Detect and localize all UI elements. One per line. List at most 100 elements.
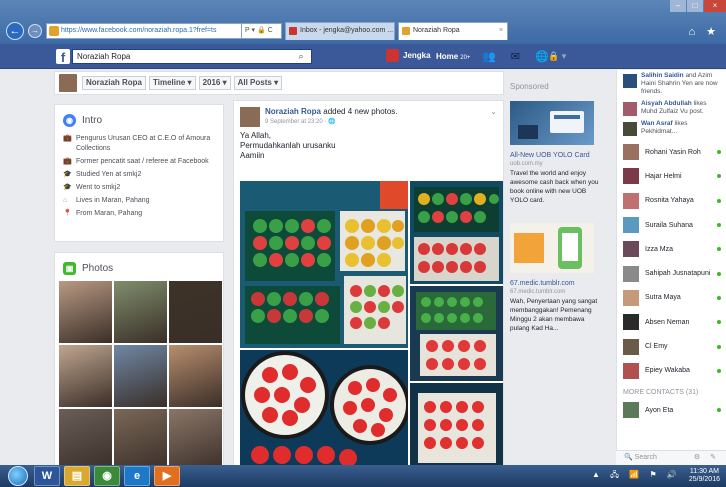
tab-profile[interactable]: Noraziah Ropa × bbox=[398, 22, 508, 40]
timeline-button[interactable]: Timeline ▾ bbox=[149, 76, 196, 90]
ie-app-button[interactable]: e bbox=[124, 466, 150, 486]
sponsored-label: Sponsored bbox=[510, 82, 549, 91]
all-posts-button[interactable]: All Posts ▾ bbox=[233, 76, 283, 90]
post-date[interactable]: 9 September at 23:20 · 🌐 bbox=[265, 118, 398, 125]
post-photo[interactable] bbox=[410, 286, 503, 381]
ticker-name[interactable]: Salihin Saidin bbox=[641, 72, 684, 79]
chat-sidebar: Rohani Yasin Roh Hajar Helmi Rosnita Yahay… bbox=[616, 140, 726, 467]
address-bar[interactable]: https://www.facebook.com/noraziah.ropa.1… bbox=[46, 23, 242, 39]
ad[interactable]: 67.medic.tumblr.com 67.medic.tumblr.com … bbox=[510, 223, 610, 333]
ad-title[interactable]: 67.medic.tumblr.com bbox=[510, 279, 610, 288]
chevron-down-icon[interactable]: ⌄ bbox=[490, 107, 497, 116]
notification-icons[interactable]: 👥 ✉ 🌐 bbox=[482, 50, 555, 63]
search-icon[interactable]: ⌕ bbox=[292, 50, 310, 63]
home-star-icons[interactable]: ⌂ ★ bbox=[688, 25, 720, 38]
ticker-item[interactable]: Aisyah Abdullah likes Muhd Zulfaiz Vu po… bbox=[617, 98, 726, 118]
post-photo[interactable] bbox=[410, 181, 503, 284]
window-controls: – □ × bbox=[669, 0, 726, 14]
forward-button[interactable]: → bbox=[28, 24, 42, 38]
chat-contact[interactable]: Ayon Eta bbox=[617, 398, 726, 422]
home-link[interactable]: Home 20+ bbox=[436, 52, 470, 61]
facebook-logo-icon[interactable]: f bbox=[56, 49, 70, 65]
photos-card: ▣ Photos bbox=[54, 252, 224, 467]
chat-contact[interactable]: Sutra Maya bbox=[617, 286, 726, 310]
chat-contact[interactable]: Rohani Yasin Roh bbox=[617, 140, 726, 164]
chat-contact[interactable]: Suraila Suhana bbox=[617, 213, 726, 237]
intro-item: ⌂ Lives in Maran, Pahang bbox=[55, 195, 223, 207]
intro-item-text[interactable]: Former pencatit saat / referee at Facebo… bbox=[76, 157, 209, 167]
intro-item-icon: ⌂ bbox=[63, 197, 68, 204]
photo-thumbnail[interactable] bbox=[169, 281, 222, 343]
address-tools[interactable]: P ▾ 🔒 C bbox=[242, 23, 282, 39]
post-photo-collage[interactable] bbox=[240, 181, 503, 466]
back-button[interactable]: ← bbox=[6, 22, 24, 40]
post-photo[interactable] bbox=[240, 181, 408, 348]
chat-contact[interactable]: Hajar Helmi bbox=[617, 164, 726, 188]
kuih-tray-photo bbox=[416, 292, 496, 376]
chat-contact[interactable]: Absen Neman bbox=[617, 310, 726, 334]
online-status-icon bbox=[717, 198, 721, 203]
photo-thumbnail[interactable] bbox=[59, 409, 112, 466]
ticker-name[interactable]: Aisyah Abdullah bbox=[641, 100, 692, 107]
minimize-button[interactable]: – bbox=[670, 0, 686, 12]
photo-thumbnail[interactable] bbox=[114, 345, 167, 407]
chat-search-input[interactable]: 🔍 Search ⚙ ✎ bbox=[616, 450, 726, 465]
maximize-button[interactable]: □ bbox=[687, 0, 703, 12]
photo-thumbnail[interactable] bbox=[59, 281, 112, 343]
tab-inbox[interactable]: Inbox - jengka@yahoo.com ... bbox=[285, 22, 395, 40]
search-input[interactable]: Noraziah Ropa bbox=[72, 49, 312, 64]
photos-header[interactable]: ▣ Photos bbox=[55, 253, 223, 281]
privacy-menu-icon[interactable]: 🔒 ▾ bbox=[548, 51, 566, 62]
chat-contact[interactable]: Cl Emy bbox=[617, 334, 726, 358]
start-button[interactable] bbox=[8, 466, 28, 486]
ad-image[interactable] bbox=[510, 101, 594, 145]
profile-link[interactable]: Jengka bbox=[386, 49, 431, 62]
close-tab-icon[interactable]: × bbox=[499, 23, 503, 39]
more-contacts-header: MORE CONTACTS (31) bbox=[623, 388, 699, 396]
intro-item-icon: 💼 bbox=[63, 158, 72, 165]
ticker-item[interactable]: Wan Asraf likes Pekhidmat... bbox=[617, 118, 726, 138]
page-icon bbox=[402, 27, 410, 35]
year-button[interactable]: 2016 ▾ bbox=[198, 76, 231, 90]
chat-options-icons[interactable]: ⚙ ✎ bbox=[694, 451, 720, 465]
tray-icons[interactable]: ▲ 🖧 📶 ⚑ 🔊 bbox=[592, 469, 681, 483]
clock[interactable]: 11:30 AM 25/9/2016 bbox=[689, 468, 720, 484]
photo-thumbnail[interactable] bbox=[114, 281, 167, 343]
chat-contact[interactable]: Izza Mza bbox=[617, 237, 726, 261]
avatar[interactable] bbox=[240, 107, 260, 127]
media-app-button[interactable]: ▶ bbox=[154, 466, 180, 486]
ad-title[interactable]: All-New UOB YOLO Card bbox=[510, 151, 610, 160]
post-photo[interactable] bbox=[410, 383, 503, 466]
avatar bbox=[623, 168, 639, 185]
photo-thumbnail[interactable] bbox=[59, 345, 112, 407]
timeline-nav: Noraziah Ropa Timeline ▾ 2016 ▾ All Post… bbox=[54, 71, 504, 95]
post-photo[interactable] bbox=[240, 350, 408, 466]
photo-thumbnail[interactable] bbox=[169, 345, 222, 407]
chat-contact[interactable]: Epiey Wakaba bbox=[617, 359, 726, 383]
post-author[interactable]: Noraziah Ropa bbox=[265, 107, 321, 116]
photo-thumbnail[interactable] bbox=[114, 409, 167, 466]
ad-image[interactable] bbox=[510, 223, 594, 273]
chat-contact[interactable]: Rosnita Yahaya bbox=[617, 189, 726, 213]
contact-name: Epiey Wakaba bbox=[645, 367, 690, 375]
explorer-app-button[interactable]: ▤ bbox=[64, 466, 90, 486]
intro-item-text[interactable]: Went to smkj2 bbox=[76, 183, 120, 193]
chrome-app-button[interactable]: ◉ bbox=[94, 466, 120, 486]
intro-item-text[interactable]: From Maran, Pahang bbox=[76, 209, 142, 219]
close-window-button[interactable]: × bbox=[704, 0, 726, 12]
avatar[interactable] bbox=[59, 74, 77, 92]
intro-item-text[interactable]: Lives in Maran, Pahang bbox=[76, 196, 150, 206]
ticker-item[interactable]: Salihin Saidin and Azim Haini Shahrin Ye… bbox=[617, 70, 726, 98]
word-app-button[interactable]: W bbox=[34, 466, 60, 486]
intro-item-text[interactable]: Pengurus Urusan CEO at C.E.O of Amoura C… bbox=[76, 134, 215, 154]
avatar bbox=[623, 74, 637, 88]
ticker-name[interactable]: Wan Asraf bbox=[641, 120, 673, 127]
chat-contact[interactable]: Sahipah Jusnatapuni bbox=[617, 261, 726, 285]
site-favicon bbox=[49, 26, 59, 36]
contact-name: Cl Emy bbox=[645, 343, 668, 351]
profile-name-button[interactable]: Noraziah Ropa bbox=[82, 76, 147, 90]
contact-name: Rohani Yasin Roh bbox=[645, 148, 701, 156]
intro-item-text[interactable]: Studied Yen at smkj2 bbox=[76, 170, 141, 180]
photo-thumbnail[interactable] bbox=[169, 409, 222, 466]
ad[interactable]: All-New UOB YOLO Card uob.com.my Travel … bbox=[510, 101, 610, 205]
